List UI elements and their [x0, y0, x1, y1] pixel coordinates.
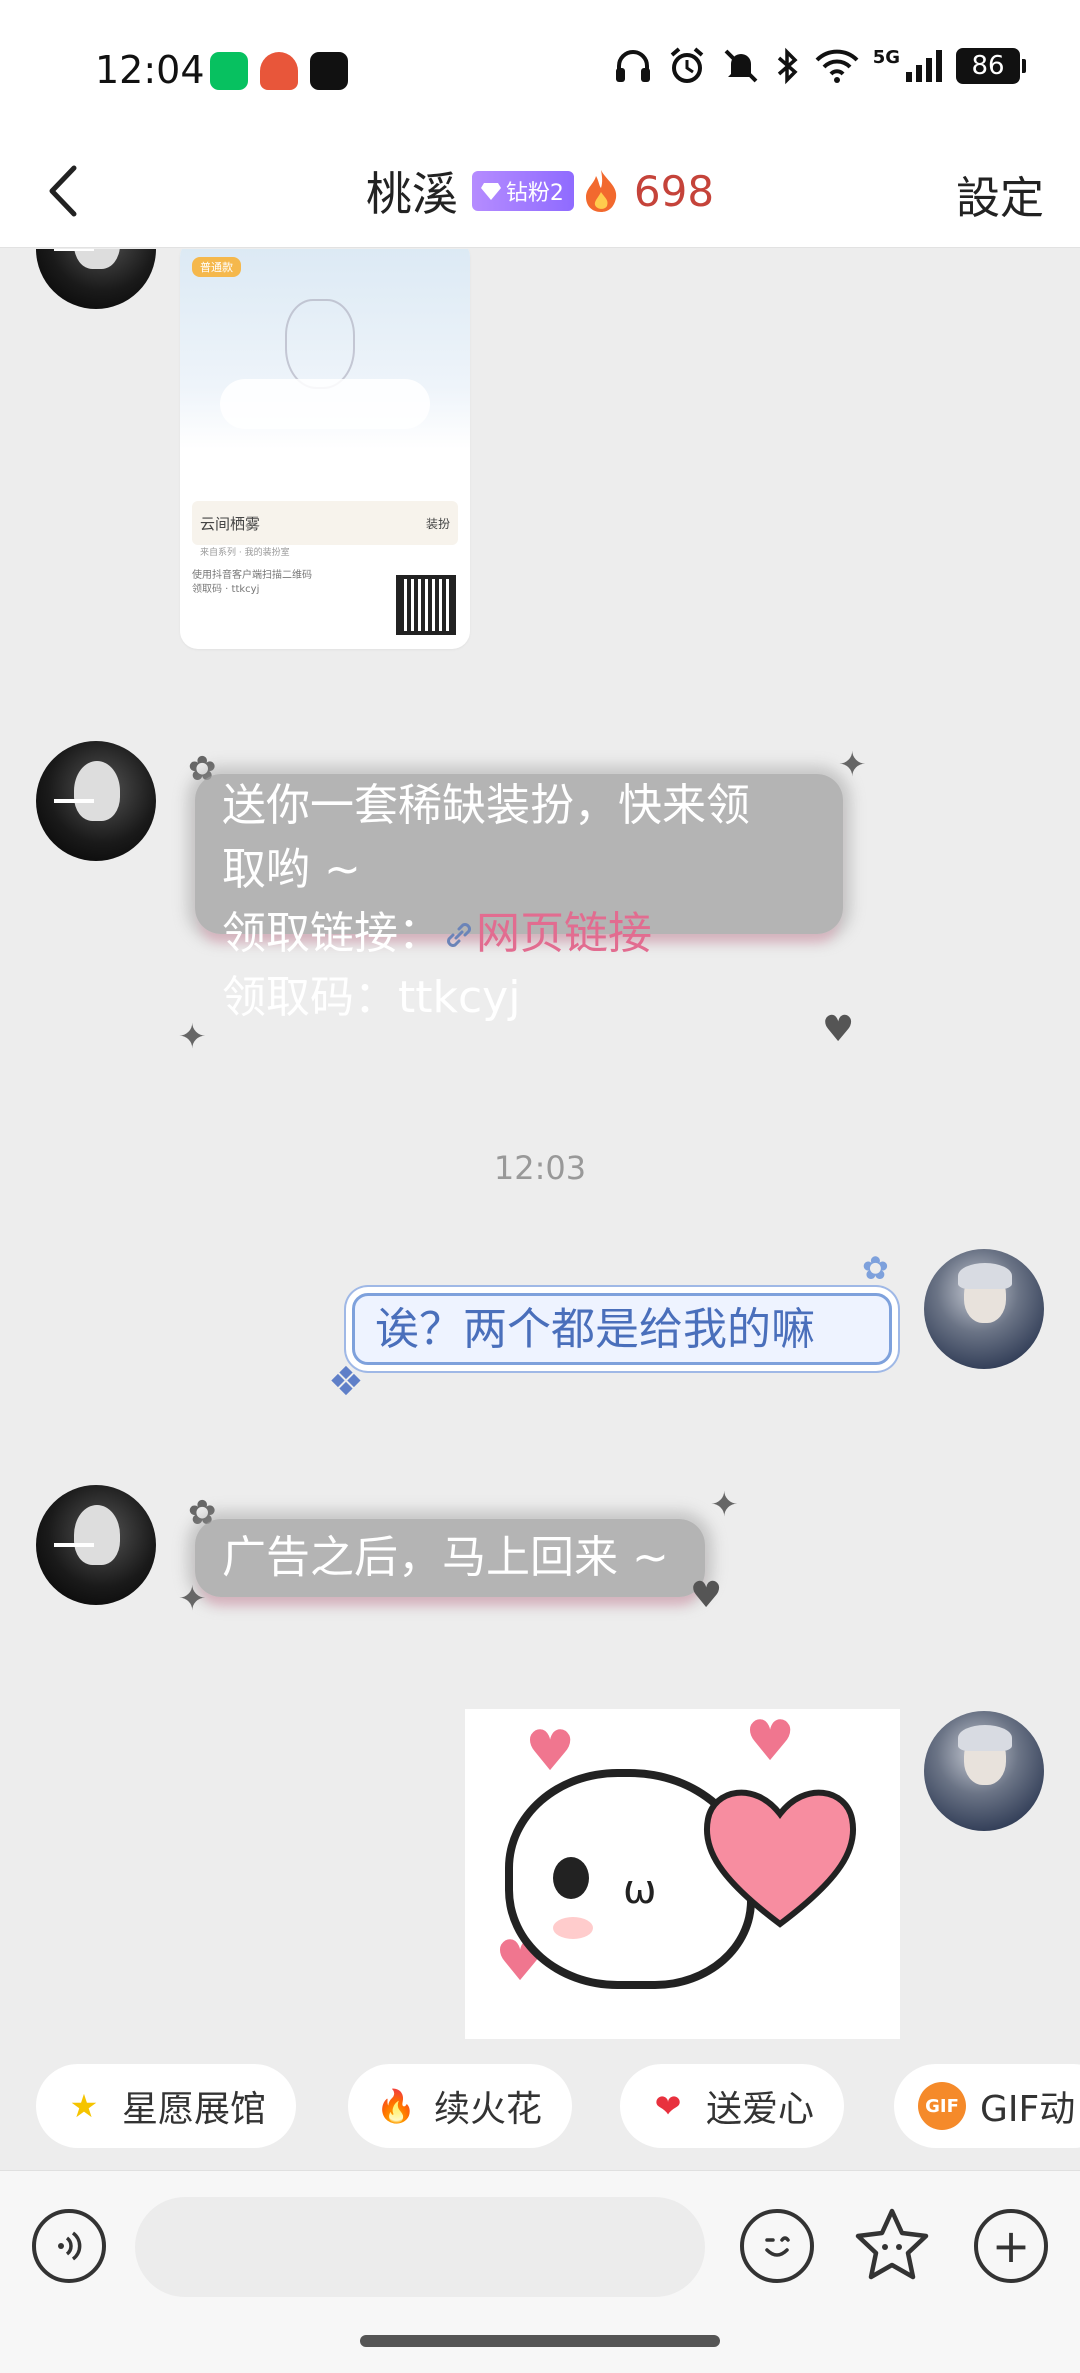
status-icons: 5G 86 — [613, 46, 1026, 86]
message-line: 领取码：ttkcyj — [222, 972, 521, 1023]
star-icon: ★ — [69, 2087, 99, 2125]
outfit-card-message[interactable]: 普通款 云间栖雾 装扮 来自系列 · 我的装扮室 使用抖音客户端扫描二维码 领取… — [180, 249, 470, 649]
time-separator: 12:03 — [493, 1149, 587, 1187]
headphones-icon — [615, 50, 650, 82]
heart-deco-icon: ♥ — [690, 1575, 723, 1616]
heart-icon: ♥ — [525, 1719, 576, 1784]
card-image: 普通款 — [180, 249, 470, 449]
network-label: 5G — [872, 46, 900, 68]
cat-blush — [553, 1917, 593, 1939]
signal-icon — [906, 50, 942, 82]
gif-icon: GIF — [918, 2082, 966, 2130]
message-line: 领取链接： 网页链接 — [222, 902, 842, 966]
chip-label: 续火花 — [434, 2089, 543, 2130]
card-title-row: 云间栖雾 装扮 — [192, 501, 458, 545]
card-tag: 普通款 — [192, 257, 241, 277]
chat-scroll-area[interactable]: 普通款 云间栖雾 装扮 来自系列 · 我的装扮室 使用抖音客户端扫描二维码 领取… — [0, 249, 1080, 2050]
avatar[interactable] — [36, 1485, 156, 1605]
fan-badge: 钻粉2 — [471, 171, 574, 211]
cloud-illustration — [220, 379, 430, 429]
avatar[interactable] — [924, 1711, 1044, 1831]
message-text: 广告之后，马上回来 ~ — [222, 1532, 669, 1583]
quick-action-star-gallery[interactable]: ★ 星愿展馆 — [36, 2064, 297, 2148]
capcut-icon — [310, 52, 348, 90]
card-description: 使用抖音客户端扫描二维码 领取码 · ttkcyj — [192, 569, 372, 597]
sparkle-icon: ✦ — [178, 1579, 207, 1619]
home-indicator — [360, 2335, 720, 2347]
heart-icon: ♥ — [745, 1709, 796, 1774]
heart-icon: ❤ — [654, 2087, 682, 2125]
cat-mouth: ω — [623, 1867, 657, 1913]
streak-count: 698 — [633, 166, 715, 216]
chip-label: GIF动 — [980, 2089, 1076, 2130]
fire-icon: 🔥 — [376, 2087, 416, 2125]
status-time: 12:04 — [95, 48, 205, 92]
card-subtitle: 来自系列 · 我的装扮室 — [200, 548, 290, 558]
cat-sticker-image[interactable]: ♥ ♥ ♥ ω — [465, 1709, 900, 2039]
flower-deco-icon: ✿ — [862, 1249, 889, 1287]
avatar[interactable] — [924, 1249, 1044, 1369]
message-line: 送你一套稀缺装扮，快来领 — [222, 780, 750, 831]
sparkle-icon: ✦ — [178, 1017, 207, 1057]
quick-action-gif[interactable]: GIF GIF动 — [894, 2064, 1080, 2148]
message-input[interactable] — [135, 2197, 705, 2297]
web-link[interactable]: 网页链接 — [476, 908, 652, 959]
plus-icon[interactable]: + — [974, 2209, 1048, 2283]
message-text: 送你一套稀缺装扮，快来领 取哟 ~ 领取链接： 网页链接 领取码：ttkcyj — [222, 774, 842, 1030]
avatar[interactable] — [36, 249, 156, 309]
sticker-icon[interactable] — [852, 2205, 932, 2289]
alarm-icon — [670, 47, 703, 83]
input-bar: + — [0, 2170, 1080, 2373]
emoji-icon[interactable] — [740, 2209, 814, 2283]
fire-icon — [585, 170, 617, 212]
battery-indicator: 86 — [956, 48, 1026, 84]
title-group[interactable]: 桃溪 钻粉2 698 — [0, 158, 1080, 224]
quick-action-continue-spark[interactable]: 🔥 续火花 — [348, 2064, 573, 2148]
chip-label: 送爱心 — [706, 2089, 815, 2130]
qr-code — [396, 575, 456, 635]
bluetooth-icon — [777, 47, 798, 85]
fan-badge-label: 钻粉2 — [505, 181, 564, 206]
mute-icon — [724, 49, 758, 83]
diamond-icon — [480, 183, 501, 200]
gem-deco-icon: ❖ — [328, 1359, 364, 1405]
star-outline — [855, 2208, 929, 2280]
card-right-label: 装扮 — [425, 516, 450, 531]
heart-icon — [704, 1789, 856, 1928]
bunny-illustration — [285, 299, 355, 389]
avatar[interactable] — [36, 741, 156, 861]
wechat-icon — [210, 52, 248, 90]
wifi-icon — [815, 49, 859, 83]
card-desc-line: 使用抖音客户端扫描二维码 — [192, 570, 312, 581]
quick-action-send-heart[interactable]: ❤ 送爱心 — [620, 2064, 845, 2148]
message-text: 诶？两个都是给我的嘛 — [375, 1304, 815, 1355]
link-label: 领取链接： — [222, 908, 442, 959]
chat-header: 桃溪 钻粉2 698 設定 — [0, 140, 1080, 248]
card-title: 云间栖雾 — [200, 514, 261, 533]
status-bar: 12:04 5G 86 — [0, 0, 1080, 140]
card-desc-line: 领取码 · ttkcyj — [192, 584, 260, 595]
settings-button[interactable]: 設定 — [956, 162, 1044, 226]
heart-deco-icon: ♥ — [822, 1009, 855, 1050]
chip-label: 星愿展馆 — [122, 2089, 267, 2130]
voice-waves — [58, 2231, 82, 2261]
sparkle-icon: ✦ — [710, 1485, 739, 1525]
smile-face — [765, 2236, 790, 2257]
link-icon — [447, 923, 471, 947]
game-app-icon — [260, 52, 298, 90]
chat-title: 桃溪 — [365, 167, 458, 221]
voice-icon[interactable] — [32, 2209, 106, 2283]
message-line: 取哟 ~ — [222, 844, 361, 895]
sparkle-icon: ✦ — [838, 745, 867, 785]
cat-eye — [553, 1857, 589, 1899]
message-bubble[interactable]: 诶？两个都是给我的嘛 — [352, 1293, 892, 1365]
quick-actions-bar: ★ 星愿展馆 🔥 续火花 ❤ 送爱心 GIF GIF动 — [0, 2050, 1080, 2160]
